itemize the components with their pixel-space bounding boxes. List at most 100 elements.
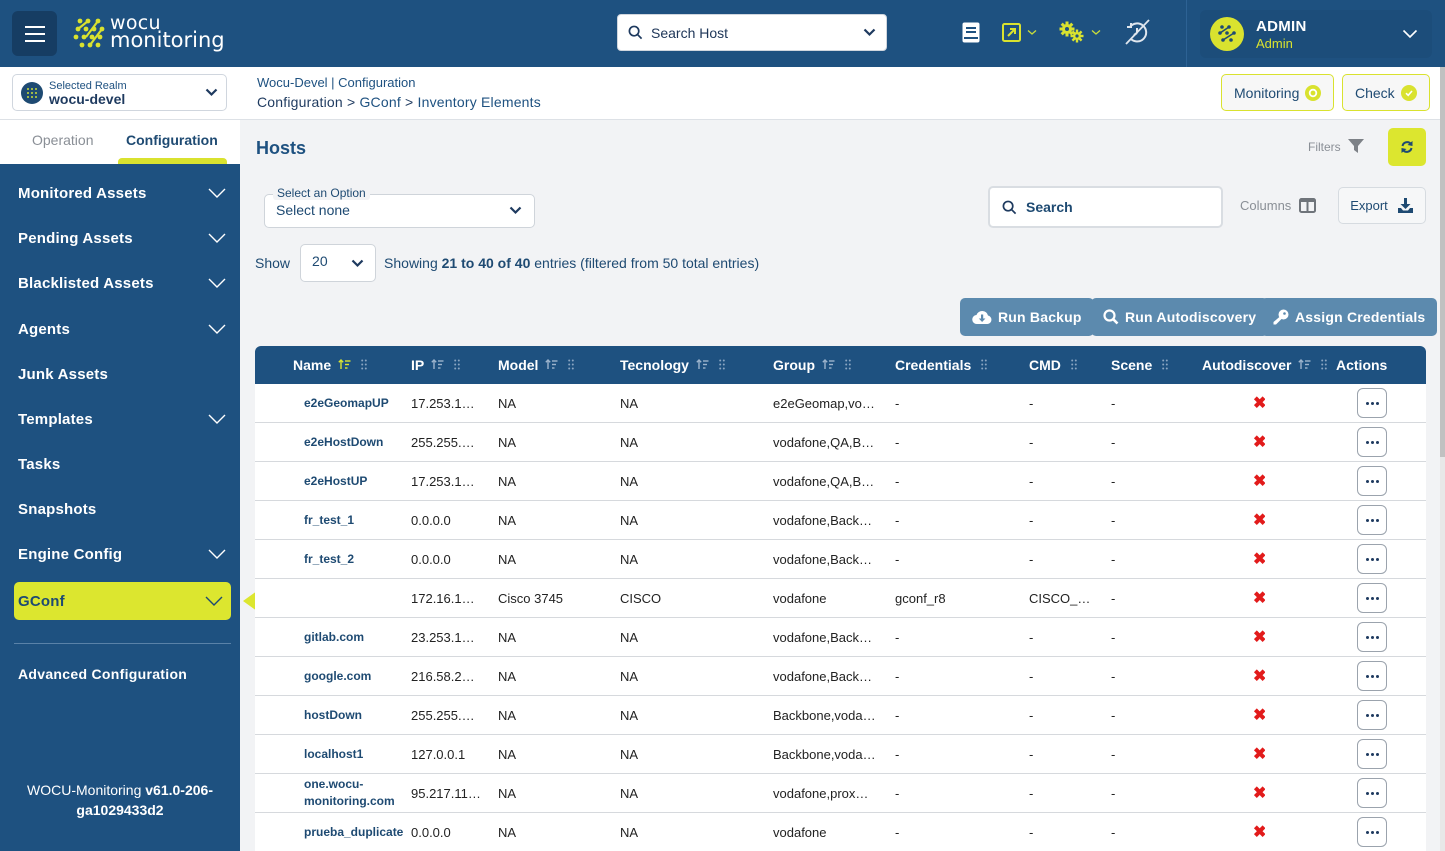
sort-icon[interactable]: [431, 357, 444, 373]
sidebar-item-advanced-configuration[interactable]: Advanced Configuration: [18, 666, 187, 682]
documentation-button[interactable]: [962, 22, 980, 43]
row-actions-button[interactable]: [1357, 739, 1387, 769]
drag-handle-icon[interactable]: [981, 357, 988, 373]
drag-handle-icon[interactable]: [845, 357, 851, 373]
sidebar-item-snapshots[interactable]: Snapshots: [0, 490, 240, 528]
drag-handle-icon[interactable]: [454, 357, 461, 373]
tab-configuration[interactable]: Configuration: [126, 132, 218, 148]
sort-icon[interactable]: [822, 357, 835, 373]
table-row[interactable]: e2eHostDown 255.255.… NA NA vodafone,QA,B… - -…: [255, 423, 1426, 462]
column-header-ip[interactable]: IP: [411, 346, 461, 384]
drag-handle-icon[interactable]: [361, 357, 367, 373]
menu-button[interactable]: [12, 11, 57, 56]
sidebar-item-agents[interactable]: Agents: [0, 310, 240, 348]
column-header-model[interactable]: Model: [498, 346, 575, 384]
vertical-scrollbar[interactable]: [1440, 67, 1445, 851]
cell-name[interactable]: localhost1: [304, 735, 404, 773]
table-row[interactable]: 172.16.1… Cisco 3745 CISCO vodafone gconf_r8…: [255, 579, 1426, 618]
column-header-group[interactable]: Group: [773, 346, 851, 384]
row-actions-button[interactable]: [1357, 817, 1387, 847]
column-header-actions[interactable]: Actions: [1336, 346, 1387, 384]
cell-name[interactable]: prueba_duplicate: [304, 813, 404, 851]
row-actions-button[interactable]: [1357, 388, 1387, 418]
user-menu[interactable]: ADMIN Admin: [1200, 10, 1432, 58]
filters-button[interactable]: Filters: [1308, 139, 1364, 154]
table-row[interactable]: hostDown 255.255.… NA NA Backbone,voda… - - - ✖: [255, 696, 1426, 735]
drag-handle-icon[interactable]: [1321, 357, 1328, 373]
sidebar-item-monitored-assets[interactable]: Monitored Assets: [0, 174, 240, 212]
column-header-scene[interactable]: Scene: [1111, 346, 1169, 384]
cell-name[interactable]: fr_test_2: [304, 540, 404, 578]
sort-icon[interactable]: [545, 357, 558, 373]
run-backup-button[interactable]: Run Backup: [960, 298, 1094, 336]
sync-toggle-button[interactable]: [1123, 18, 1151, 46]
export-button[interactable]: Export: [1338, 187, 1426, 224]
column-header-tecnology[interactable]: Tecnology: [620, 346, 725, 384]
table-row[interactable]: fr_test_2 0.0.0.0 NA NA vodafone,Back… - - - ✖: [255, 540, 1426, 579]
cell-name[interactable]: fr_test_1: [304, 501, 404, 539]
column-header-credentials[interactable]: Credentials: [895, 346, 988, 384]
sidebar-item-pending-assets[interactable]: Pending Assets: [0, 219, 240, 257]
row-actions-button[interactable]: [1357, 700, 1387, 730]
table-row[interactable]: e2eGeomapUP 17.253.1… NA NA e2eGeomap,vo… - - -…: [255, 384, 1426, 423]
row-actions-button[interactable]: [1357, 427, 1387, 457]
settings-menu[interactable]: [1059, 21, 1101, 43]
sidebar-item-engine-config[interactable]: Engine Config: [0, 535, 240, 573]
drag-handle-icon[interactable]: [719, 357, 725, 373]
column-header-autodiscover[interactable]: Autodiscover: [1202, 346, 1328, 384]
row-actions-button[interactable]: [1357, 583, 1387, 613]
run-autodiscovery-button[interactable]: Run Autodiscovery: [1091, 298, 1269, 336]
sort-icon[interactable]: [338, 357, 351, 373]
tab-operation[interactable]: Operation: [32, 132, 93, 148]
option-select[interactable]: Select an Option Select none: [264, 186, 535, 228]
cell-name[interactable]: google.com: [304, 657, 404, 695]
breadcrumb-item[interactable]: GConf: [359, 94, 400, 110]
drag-handle-icon[interactable]: [568, 357, 575, 373]
cell-name[interactable]: one.wocu-monitoring.com: [304, 774, 404, 812]
logo[interactable]: wocu monitoring: [72, 14, 225, 51]
sidebar-item-blacklisted-assets[interactable]: Blacklisted Assets: [0, 264, 240, 302]
row-actions-button[interactable]: [1357, 778, 1387, 808]
scrollbar-thumb[interactable]: [1440, 67, 1445, 457]
host-search-select[interactable]: Search Host: [617, 14, 887, 51]
sidebar-item-tasks[interactable]: Tasks: [0, 445, 240, 483]
row-actions-button[interactable]: [1357, 661, 1387, 691]
table-row[interactable]: one.wocu-monitoring.com 95.217.11… NA NA vod…: [255, 774, 1426, 813]
sort-icon[interactable]: [1298, 357, 1311, 373]
table-row[interactable]: google.com 216.58.2… NA NA vodafone,Back… - - -…: [255, 657, 1426, 696]
row-actions-button[interactable]: [1357, 544, 1387, 574]
search-input[interactable]: Search: [988, 186, 1223, 228]
table-row[interactable]: localhost1 127.0.0.1 NA NA Backbone,voda… - - -…: [255, 735, 1426, 774]
row-actions-button[interactable]: [1357, 466, 1387, 496]
columns-button[interactable]: Columns: [1240, 198, 1317, 213]
row-actions-button[interactable]: [1357, 505, 1387, 535]
column-header-cmd[interactable]: CMD: [1029, 346, 1077, 384]
refresh-button[interactable]: [1388, 128, 1426, 166]
sidebar-item-templates[interactable]: Templates: [0, 400, 240, 438]
drag-handle-icon[interactable]: [1162, 357, 1169, 373]
cell-name[interactable]: hostDown: [304, 696, 404, 734]
table-row[interactable]: fr_test_1 0.0.0.0 NA NA vodafone,Back… - - - ✖: [255, 501, 1426, 540]
cell-name[interactable]: e2eHostUP: [304, 462, 404, 500]
page-size-select[interactable]: 20: [300, 244, 377, 282]
monitoring-button[interactable]: Monitoring: [1221, 74, 1335, 111]
cell-name[interactable]: e2eGeomapUP: [304, 384, 404, 422]
row-actions-button[interactable]: [1357, 622, 1387, 652]
table-row[interactable]: prueba_duplicate 0.0.0.0 NA NA vodafone - - - ✖: [255, 813, 1426, 851]
breadcrumb-item[interactable]: Inventory Elements: [418, 94, 541, 110]
sidebar-item-gconf[interactable]: GConf: [14, 582, 231, 620]
cell-name[interactable]: [304, 579, 404, 617]
drag-handle-icon[interactable]: [1071, 357, 1077, 373]
cell-name[interactable]: e2eHostDown: [304, 423, 404, 461]
external-link-menu[interactable]: [1002, 22, 1037, 42]
breadcrumb-item[interactable]: Configuration: [257, 94, 343, 110]
cell-name[interactable]: gitlab.com: [304, 618, 404, 656]
assign-credentials-button[interactable]: Assign Credentials: [1261, 298, 1438, 336]
sidebar-item-junk-assets[interactable]: Junk Assets: [0, 355, 240, 393]
table-row[interactable]: gitlab.com 23.253.1… NA NA vodafone,Back… - - -…: [255, 618, 1426, 657]
column-header-name[interactable]: Name: [293, 346, 367, 384]
realm-selector[interactable]: Selected Realm wocu-devel: [12, 74, 227, 111]
check-button[interactable]: Check: [1342, 74, 1430, 111]
sort-icon[interactable]: [696, 357, 709, 373]
table-row[interactable]: e2eHostUP 17.253.1… NA NA vodafone,QA,B… - - - ✖: [255, 462, 1426, 501]
